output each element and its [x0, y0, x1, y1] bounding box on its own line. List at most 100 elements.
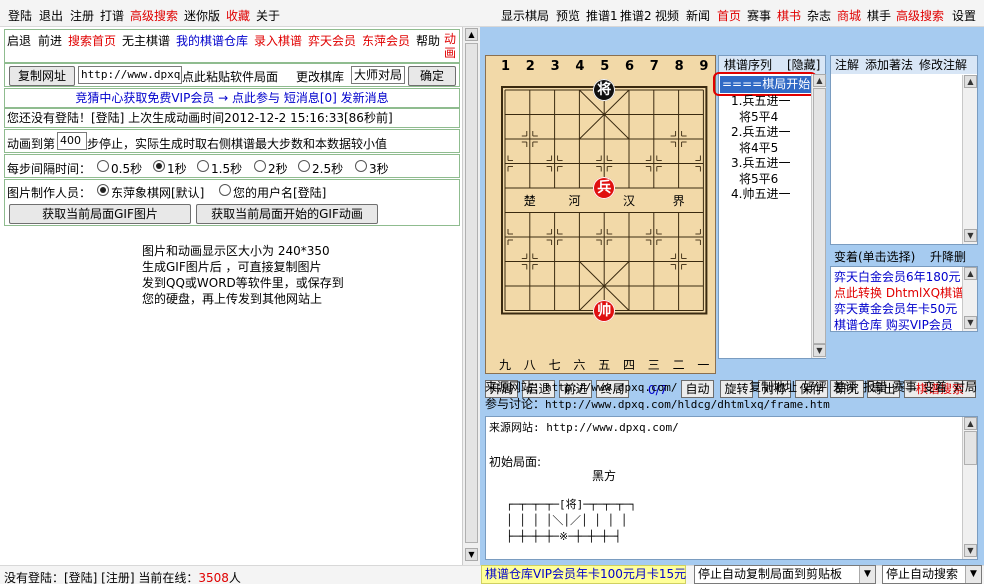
interval-radio-3[interactable]: [355, 160, 367, 172]
chess-board[interactable]: 123456789 九八七六五四三二一 楚河汉界 将兵帅: [485, 55, 716, 374]
menu-advanced-search-right[interactable]: 高级搜索: [896, 7, 944, 24]
notes-scrollbar[interactable]: ▲ ▼: [962, 75, 977, 244]
get-gif-animation-button[interactable]: 获取当前局面开始的GIF动画: [196, 204, 378, 224]
chess-piece[interactable]: 帅: [593, 299, 616, 322]
scroll-thumb[interactable]: [465, 43, 478, 543]
nav-animation[interactable]: 动画: [444, 32, 458, 60]
move-list-scrollbar[interactable]: ▲ ▼: [811, 74, 826, 358]
link-copy-address[interactable]: 复制地址: [749, 379, 797, 395]
copy-url-button[interactable]: 复制网址: [9, 66, 75, 86]
move-item[interactable]: 3.兵五进一: [731, 156, 811, 172]
menu-push2[interactable]: 推谱2: [620, 7, 652, 24]
auto-search-select[interactable]: 停止自动搜索 ▼: [882, 565, 982, 584]
nav-back[interactable]: 启退: [7, 32, 31, 49]
ad-link[interactable]: 点此转换 DhtmlXQ棋谱: [834, 285, 964, 301]
link-bad[interactable]: 差评: [833, 379, 857, 395]
scroll-down-arrow-icon[interactable]: ▼: [964, 544, 977, 557]
menu-preview[interactable]: 预览: [556, 7, 580, 24]
menu-events[interactable]: 赛事: [747, 7, 771, 24]
upgrade-link[interactable]: 升降删: [930, 248, 966, 266]
scroll-up-arrow-icon[interactable]: ▲: [964, 267, 977, 280]
scroll-down-arrow-icon[interactable]: ▼: [964, 229, 977, 242]
discuss-url[interactable]: http://www.dpxq.com/hldcg/dhtmlxq/frame.…: [545, 398, 830, 411]
auto-copy-select[interactable]: 停止自动复制局面到剪贴板 ▼: [694, 565, 876, 584]
menu-login[interactable]: 登陆: [8, 7, 32, 24]
menu-about[interactable]: 关于: [256, 7, 280, 24]
move-item[interactable]: 将4平5: [731, 141, 811, 157]
library-field[interactable]: 大师对局: [351, 66, 405, 84]
menu-settings[interactable]: 设置: [952, 7, 976, 24]
nav-forward[interactable]: 前进: [38, 32, 62, 49]
menu-mall[interactable]: 商城: [837, 7, 861, 24]
interval-radio-2.5[interactable]: [298, 160, 310, 172]
link-variations[interactable]: 变着: [923, 379, 947, 395]
menu-magazine[interactable]: 杂志: [807, 7, 831, 24]
interval-radio-2[interactable]: [254, 160, 266, 172]
scroll-up-arrow-icon[interactable]: ▲: [813, 74, 826, 87]
get-gif-image-button[interactable]: 获取当前局面GIF图片: [9, 204, 191, 224]
menu-register[interactable]: 注册: [70, 7, 94, 24]
anim-steps-field[interactable]: 400: [57, 132, 87, 150]
confirm-button[interactable]: 确定: [408, 66, 456, 86]
ads-scrollbar[interactable]: ▲ ▼: [962, 267, 977, 331]
nav-enter-record[interactable]: 录入棋谱: [254, 32, 302, 49]
move-item[interactable]: 4.帅五进一: [731, 187, 811, 203]
source-url[interactable]: http://www.dpxq.com/: [545, 381, 677, 394]
scroll-thumb[interactable]: [964, 431, 977, 465]
link-good[interactable]: 好评: [803, 379, 827, 395]
move-item[interactable]: 将5平4: [731, 110, 811, 126]
tab-edit-note[interactable]: 修改注解: [919, 56, 967, 74]
link-report[interactable]: 报错: [863, 379, 887, 395]
left-scrollbar[interactable]: ▲ ▼: [462, 27, 480, 565]
record-textarea[interactable]: 来源网站: http://www.dpxq.com/ 初始局面: 黑方 ┌─┬─…: [485, 416, 978, 560]
link-events[interactable]: 赛事: [893, 379, 917, 395]
scroll-up-arrow-icon[interactable]: ▲: [964, 75, 977, 88]
promo-text[interactable]: 竞猜中心获取免费VIP会员 → 点此参与 短消息[0] 发新消息: [75, 91, 388, 105]
ad-link[interactable]: 弈天黄金会员年卡50元: [834, 301, 960, 317]
promo-bar[interactable]: 竞猜中心获取免费VIP会员 → 点此参与 短消息[0] 发新消息: [4, 88, 460, 108]
paste-hint[interactable]: 点此粘贴软件局面: [182, 68, 278, 85]
interval-radio-1.5[interactable]: [197, 160, 209, 172]
tab-notes[interactable]: 注解: [835, 56, 859, 74]
scroll-down-arrow-icon[interactable]: ▼: [964, 316, 977, 329]
menu-show-game[interactable]: 显示棋局: [501, 7, 549, 24]
nav-yitian-member[interactable]: 弈天会员: [308, 32, 356, 49]
scroll-down-arrow-icon[interactable]: ▼: [813, 344, 826, 357]
ad-link[interactable]: 弈天白金会员6年180元: [834, 269, 961, 285]
menu-video[interactable]: 视频: [655, 7, 679, 24]
scroll-thumb[interactable]: [813, 88, 826, 344]
link-games[interactable]: 对局: [953, 379, 977, 395]
chevron-down-icon[interactable]: ▼: [859, 566, 875, 583]
nav-search-home[interactable]: 搜索首页: [68, 32, 116, 49]
scroll-down-arrow-icon[interactable]: ▼: [465, 548, 478, 561]
url-field[interactable]: http://www.dpxq.: [78, 66, 182, 84]
menu-push1[interactable]: 推谱1: [586, 7, 618, 24]
menu-news[interactable]: 新闻: [686, 7, 710, 24]
interval-radio-1[interactable]: [153, 160, 165, 172]
move-item[interactable]: 将5平6: [731, 172, 811, 188]
scroll-up-arrow-icon[interactable]: ▲: [465, 28, 478, 41]
chevron-down-icon[interactable]: ▼: [965, 566, 981, 583]
interval-radio-0.5[interactable]: [97, 160, 109, 172]
nav-help[interactable]: 帮助: [416, 32, 440, 49]
menu-record[interactable]: 打谱: [100, 7, 124, 24]
move-item[interactable]: 2.兵五进一: [731, 125, 811, 141]
nav-my-library[interactable]: 我的棋谱仓库: [176, 32, 248, 49]
menu-advanced-search[interactable]: 高级搜索: [130, 7, 178, 24]
ad-link[interactable]: 棋谱仓库 购买VIP会员: [834, 317, 960, 333]
status-login-text[interactable]: 没有登陆：[登陆] [注册] 当前在线：: [4, 571, 198, 585]
menu-home[interactable]: 首页: [717, 7, 741, 24]
menu-logout[interactable]: 退出: [39, 7, 63, 24]
nav-dongping-member[interactable]: 东萍会员: [362, 32, 410, 49]
menu-books[interactable]: 棋书: [777, 7, 801, 24]
vip-ad[interactable]: 棋谱仓库VIP会员年卡100元月卡15元: [481, 565, 686, 584]
textarea-scrollbar[interactable]: ▲ ▼: [962, 417, 977, 559]
menu-players[interactable]: 棋手: [867, 7, 891, 24]
tab-add-move[interactable]: 添加著法: [865, 56, 913, 74]
scroll-up-arrow-icon[interactable]: ▲: [964, 417, 977, 430]
maker-radio-user[interactable]: [219, 184, 231, 196]
menu-favorite[interactable]: 收藏: [226, 7, 250, 24]
nav-ownerless[interactable]: 无主棋谱: [122, 32, 170, 49]
menu-mini[interactable]: 迷你版: [184, 7, 220, 24]
maker-radio-default[interactable]: [97, 184, 109, 196]
